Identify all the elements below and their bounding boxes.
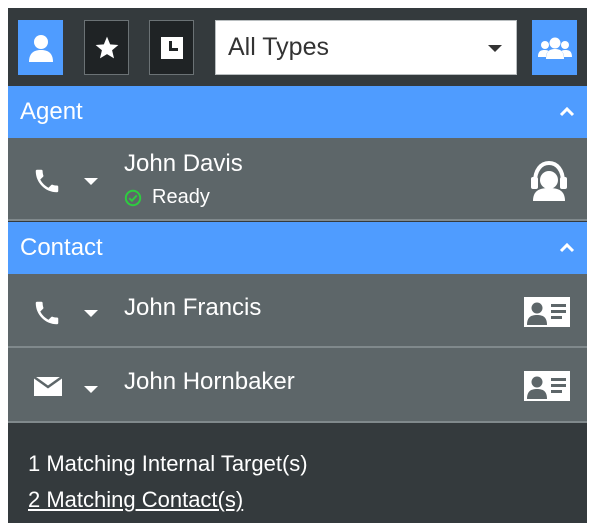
results-footer: 1 Matching Internal Target(s) 2 Matching… bbox=[8, 423, 587, 523]
toolbar: All Types bbox=[8, 8, 587, 86]
contact-card-icon[interactable] bbox=[523, 296, 571, 328]
person-icon bbox=[28, 34, 53, 62]
matching-contacts-link[interactable]: 2 Matching Contact(s) bbox=[28, 487, 243, 513]
contact-name: John Hornbaker bbox=[124, 368, 295, 395]
headset-agent-icon[interactable] bbox=[527, 158, 571, 202]
ready-check-icon bbox=[124, 189, 142, 206]
group-button[interactable] bbox=[532, 20, 577, 75]
agent-name: John Davis bbox=[124, 150, 243, 177]
agent-row-john-davis[interactable]: John Davis Ready bbox=[8, 138, 587, 221]
recent-filter-button[interactable] bbox=[149, 20, 194, 75]
channel-dropdown-icon[interactable] bbox=[84, 310, 98, 317]
star-icon bbox=[95, 36, 118, 58]
type-filter-value: All Types bbox=[228, 33, 329, 61]
phone-icon[interactable] bbox=[32, 166, 62, 196]
contact-row-john-hornbaker[interactable]: John Hornbaker bbox=[8, 348, 587, 423]
history-icon bbox=[160, 36, 183, 59]
type-filter-dropdown[interactable]: All Types bbox=[215, 20, 517, 75]
agent-section-title: Agent bbox=[20, 98, 83, 125]
group-icon bbox=[537, 37, 572, 59]
agent-status: Ready bbox=[124, 186, 210, 209]
agent-section-header[interactable]: Agent bbox=[8, 86, 587, 138]
all-agents-filter-button[interactable] bbox=[18, 20, 63, 75]
email-icon[interactable] bbox=[34, 374, 62, 396]
contact-row-john-francis[interactable]: John Francis bbox=[8, 274, 587, 348]
agent-status-label: Ready bbox=[152, 186, 210, 208]
contact-section-title: Contact bbox=[20, 234, 103, 261]
phone-icon[interactable] bbox=[32, 298, 62, 328]
chevron-up-icon[interactable] bbox=[559, 240, 575, 256]
contact-name: John Francis bbox=[124, 294, 262, 321]
contact-section-header[interactable]: Contact bbox=[8, 222, 587, 274]
chevron-down-icon bbox=[488, 45, 502, 52]
internal-targets-count: 1 Matching Internal Target(s) bbox=[28, 451, 308, 476]
favorites-filter-button[interactable] bbox=[84, 20, 129, 75]
channel-dropdown-icon[interactable] bbox=[84, 178, 98, 185]
team-communicator-panel: All Types Agent John Davis Ready Contact… bbox=[8, 8, 587, 523]
channel-dropdown-icon[interactable] bbox=[84, 386, 98, 393]
contact-card-icon[interactable] bbox=[523, 370, 571, 402]
chevron-up-icon[interactable] bbox=[559, 104, 575, 120]
